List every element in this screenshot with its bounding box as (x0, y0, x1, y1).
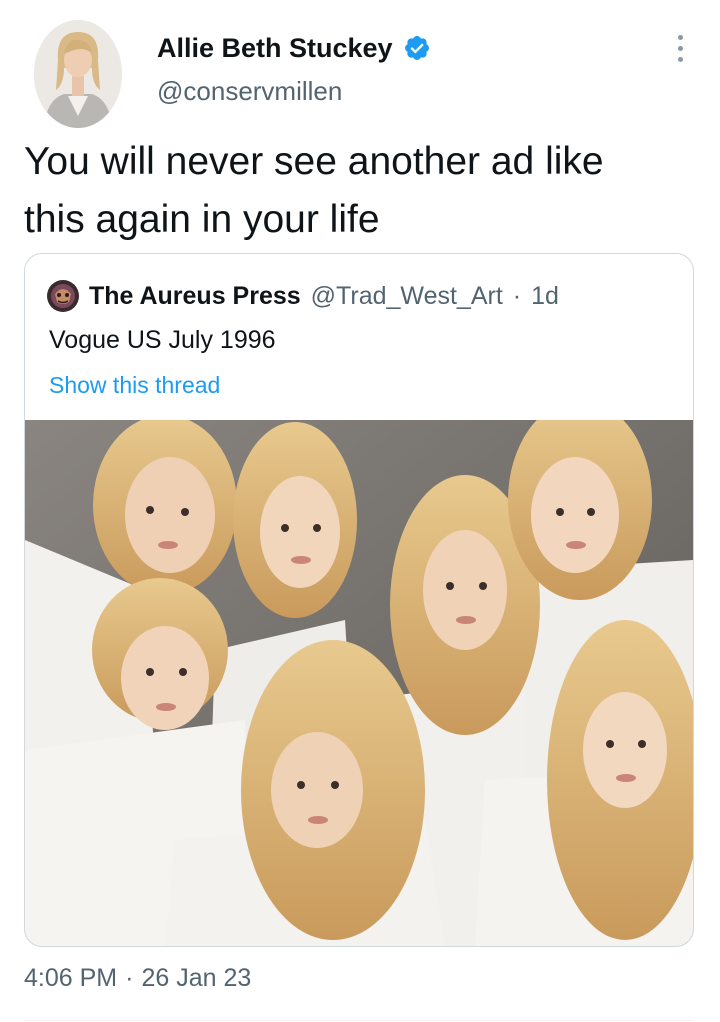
timestamp-separator: · (125, 963, 134, 992)
profile-photo-icon (34, 20, 122, 128)
author-avatar[interactable] (34, 20, 122, 128)
tweet-text-line-1: You will never see another ad like (24, 140, 604, 183)
divider (24, 1020, 694, 1021)
quoted-author-name[interactable]: The Aureus Press (89, 282, 301, 311)
quoted-author-avatar-icon[interactable] (47, 280, 79, 312)
quoted-image[interactable] (25, 420, 693, 946)
quoted-author-handle[interactable]: @Trad_West_Art (311, 282, 503, 311)
quoted-time[interactable]: 1d (531, 282, 559, 311)
show-thread-link[interactable]: Show this thread (49, 372, 220, 399)
author-name[interactable]: Allie Beth Stuckey (157, 33, 393, 64)
tweet-date: 26 Jan 23 (141, 963, 252, 992)
quoted-tweet-card[interactable]: The Aureus Press @Trad_West_Art · 1d Vog… (24, 253, 694, 947)
quoted-separator: · (512, 281, 522, 310)
author-handle[interactable]: @conservmillen (157, 76, 342, 107)
author-name-row[interactable]: Allie Beth Stuckey (157, 28, 431, 68)
quoted-tweet-text: Vogue US July 1996 (49, 326, 276, 354)
verified-badge-icon (403, 34, 431, 62)
tweet-time: 4:06 PM (24, 963, 118, 992)
tweet-text: You will never see another ad like this … (24, 133, 694, 249)
tweet-timestamp[interactable]: 4:06 PM · 26 Jan 23 (24, 960, 251, 996)
quoted-tweet-header: The Aureus Press @Trad_West_Art · 1d (47, 278, 559, 314)
group-photo-icon (25, 420, 693, 946)
tweet-text-line-2: this again in your life (24, 198, 380, 241)
more-options-icon[interactable] (668, 28, 692, 68)
